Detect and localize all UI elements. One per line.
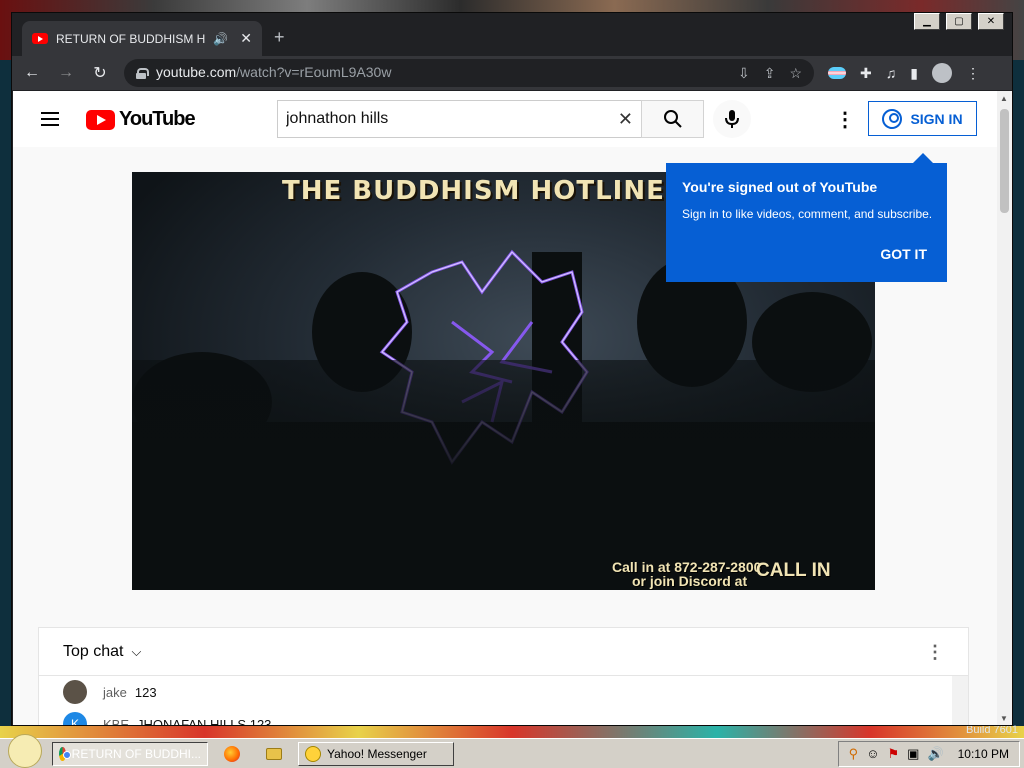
browser-window: RETURN OF BUDDHISM HOT 🔊 ✕ + ▁ ▢ ✕ ← → ↻… xyxy=(11,12,1013,726)
popup-body: Sign in to like videos, comment, and sub… xyxy=(682,207,933,221)
sign-in-button[interactable]: SIGN IN xyxy=(868,101,977,136)
chat-header: Top chat ⌵ ⋮ xyxy=(39,628,968,676)
chat-scrollbar[interactable] xyxy=(952,676,968,725)
browser-tab[interactable]: RETURN OF BUDDHISM HOT 🔊 ✕ xyxy=(22,21,262,56)
desktop-wallpaper-right xyxy=(1013,60,1024,726)
tab-strip: RETURN OF BUDDHISM HOT 🔊 ✕ + ▁ ▢ ✕ xyxy=(12,13,1012,56)
folder-icon xyxy=(266,747,282,760)
start-button[interactable] xyxy=(4,733,46,768)
chat-mode-selector[interactable]: Top chat xyxy=(63,643,123,661)
firefox-icon xyxy=(224,745,240,762)
lock-icon[interactable] xyxy=(136,67,149,79)
page-scrollbar[interactable]: ▲ ▼ xyxy=(997,91,1012,725)
chat-menu-icon[interactable]: ⋮ xyxy=(926,642,944,663)
settings-kebab-icon[interactable]: ⋮ xyxy=(835,107,855,132)
account-circle-icon xyxy=(882,108,903,129)
system-tray: ⚲ ☺ ⚑ ▣ 🔊 10:10 PM xyxy=(837,740,1020,767)
live-chat-panel: Top chat ⌵ ⋮ jake 123 K KBE JHONAFAN HIL… xyxy=(38,627,969,725)
extensions-puzzle-icon[interactable]: ✚ xyxy=(860,65,872,82)
forward-arrow-icon[interactable]: → xyxy=(56,64,76,82)
chrome-icon xyxy=(59,746,71,761)
youtube-logo[interactable]: YouTube xyxy=(86,108,196,131)
desktop-wallpaper-left xyxy=(0,60,11,726)
clear-search-icon[interactable]: ✕ xyxy=(618,109,633,130)
minimize-icon[interactable]: ▁ xyxy=(914,13,940,30)
callin-badge: CALL IN xyxy=(756,560,831,581)
network-icon[interactable]: ▣ xyxy=(907,746,919,762)
clock[interactable]: 10:10 PM xyxy=(958,747,1009,761)
smiley-tray-icon[interactable]: ☺ xyxy=(866,746,879,761)
search-box: ✕ xyxy=(277,100,641,138)
taskbar-firefox[interactable] xyxy=(214,742,250,766)
scroll-thumb[interactable] xyxy=(1000,109,1009,213)
got-it-button[interactable]: GOT IT xyxy=(880,246,927,262)
url-host: youtube.com xyxy=(156,64,237,80)
youtube-favicon-icon xyxy=(32,33,48,44)
youtube-logo-text: YouTube xyxy=(119,108,196,130)
taskbar-explorer[interactable] xyxy=(256,742,292,766)
address-bar[interactable]: youtube.com/watch?v=rEoumL9A30w ⇩ ⇪ ☆ xyxy=(124,59,814,87)
back-arrow-icon[interactable]: ← xyxy=(22,64,42,82)
maximize-icon[interactable]: ▢ xyxy=(946,13,972,30)
taskbar-chrome-window[interactable]: RETURN OF BUDDHI... xyxy=(52,741,208,766)
yahoo-messenger-icon xyxy=(305,745,321,762)
install-app-icon[interactable]: ⇩ xyxy=(738,65,750,82)
pride-flag-extension-icon[interactable] xyxy=(828,67,846,79)
scroll-down-icon[interactable]: ▼ xyxy=(1000,714,1008,723)
close-window-icon[interactable]: ✕ xyxy=(978,13,1004,30)
task-label: RETURN OF BUDDHI... xyxy=(71,746,201,761)
scroll-up-icon[interactable]: ▲ xyxy=(1000,94,1008,103)
chat-text: JHONAFAN HILLS 123 xyxy=(137,716,272,726)
search-icon xyxy=(663,110,682,128)
search-input[interactable] xyxy=(286,110,606,128)
sign-in-label: SIGN IN xyxy=(910,110,963,127)
profile-avatar-icon[interactable] xyxy=(931,63,952,83)
flag-tray-icon[interactable]: ⚑ xyxy=(887,746,899,762)
taskbar-yahoo-messenger[interactable]: Yahoo! Messenger xyxy=(298,741,454,766)
search-tray-icon[interactable]: ⚲ xyxy=(849,746,859,762)
taskbar: RETURN OF BUDDHI... Yahoo! Messenger ⚲ ☺… xyxy=(0,733,1024,768)
video-tree-silhouette xyxy=(132,360,875,590)
hamburger-menu-icon[interactable] xyxy=(41,112,59,126)
task-label: Yahoo! Messenger xyxy=(327,746,427,761)
search-button[interactable] xyxy=(641,100,704,138)
chat-avatar[interactable] xyxy=(63,680,87,704)
chat-message: jake 123 xyxy=(39,676,968,708)
callin-line-2: or join Discord at xyxy=(632,573,748,589)
side-panel-icon[interactable]: ▮ xyxy=(910,65,918,82)
close-tab-icon[interactable]: ✕ xyxy=(240,30,252,47)
volume-icon[interactable]: 🔊 xyxy=(927,746,943,762)
speaker-icon[interactable]: 🔊 xyxy=(213,32,228,46)
youtube-masthead: YouTube ✕ ⋮ S xyxy=(13,91,997,147)
smiley-start-icon xyxy=(8,733,42,768)
popup-title: You're signed out of YouTube xyxy=(682,179,878,195)
extension-area: ✚ ♫ ▮ ⋮ xyxy=(828,63,980,83)
browser-toolbar: ← → ↻ youtube.com/watch?v=rEoumL9A30w ⇩ … xyxy=(12,56,1012,90)
media-control-icon[interactable]: ♫ xyxy=(886,65,897,81)
chrome-menu-icon[interactable]: ⋮ xyxy=(966,65,980,82)
chat-author[interactable]: KBE xyxy=(103,717,129,726)
chat-message: K KBE JHONAFAN HILLS 123 xyxy=(39,708,968,725)
callin-line-1: Call in at 872-287-2800 xyxy=(612,559,762,575)
chat-author[interactable]: jake xyxy=(103,685,127,700)
url-path: /watch?v=rEoumL9A30w xyxy=(236,64,392,80)
chevron-down-icon[interactable]: ⌵ xyxy=(131,644,141,660)
microphone-icon xyxy=(725,110,739,128)
reload-icon[interactable]: ↻ xyxy=(90,63,110,83)
omnibox-actions: ⇩ ⇪ ☆ xyxy=(738,65,802,82)
youtube-page: YouTube ✕ ⋮ S xyxy=(13,91,997,725)
chat-text: 123 xyxy=(134,684,157,700)
voice-search-button[interactable] xyxy=(713,100,751,138)
signed-out-popup: You're signed out of YouTube Sign in to … xyxy=(666,153,947,282)
new-tab-button[interactable]: + xyxy=(274,27,285,48)
share-icon[interactable]: ⇪ xyxy=(764,65,776,82)
youtube-play-logo-icon xyxy=(86,109,115,130)
bookmark-star-icon[interactable]: ☆ xyxy=(789,65,802,82)
tab-title: RETURN OF BUDDHISM HOT xyxy=(56,31,206,46)
chat-avatar[interactable]: K xyxy=(63,712,87,725)
video-callin-text: Call in at 872-287-2800 or join Discord … xyxy=(612,560,761,588)
window-controls: ▁ ▢ ✕ xyxy=(914,13,1004,30)
